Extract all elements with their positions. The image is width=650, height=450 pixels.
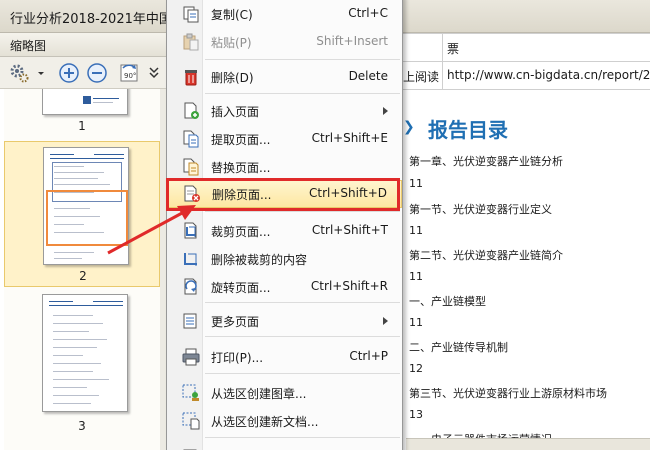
page-number: 1 [78, 119, 86, 133]
thumbnail-panel: 缩略图 90° 1 2 3 [0, 33, 168, 450]
menu-item-label: 替换页面... [211, 161, 271, 175]
rotate-page-icon [182, 278, 200, 296]
menu-item-shortcut: Ctrl+Shift+E [311, 131, 388, 145]
toc-line: 第一节、光伏逆变器行业定义 [409, 203, 552, 216]
highlight-box [166, 178, 400, 211]
menu-separator [205, 373, 400, 374]
menu-item-label: 更多页面 [211, 315, 260, 329]
menu-item-copy[interactable]: 复制(C) Ctrl+C [167, 1, 402, 27]
rotate-label: 90° [124, 72, 136, 80]
toc-line: 第三节、光伏逆变器行业上游原材料市场 [409, 387, 607, 400]
submenu-arrow-icon [383, 107, 388, 115]
menu-item-label: 提取页面... [211, 133, 271, 147]
extract-page-icon [182, 130, 200, 148]
page-number: 3 [78, 419, 86, 433]
more-pages-icon [182, 312, 200, 330]
table-cell: 上阅读 [403, 70, 440, 84]
thumbnail-toolbar: 90° [0, 57, 168, 89]
menu-item-export[interactable]: 导 [167, 444, 402, 450]
rotate-icon[interactable]: 90° [118, 62, 140, 84]
menu-item-more-pages[interactable]: 更多页面 [167, 308, 402, 334]
menu-item-label: 从选区创建图章... [211, 387, 307, 401]
page-preview [42, 89, 128, 115]
thumbnail-page-3[interactable]: 3 [4, 287, 160, 447]
menu-separator [205, 302, 400, 303]
menu-item-label: 从选区创建新文档... [211, 415, 319, 429]
zoom-in-icon[interactable] [58, 62, 80, 84]
bottom-toolbar [406, 438, 650, 450]
delete-icon [182, 68, 200, 86]
create-stamp-icon [182, 384, 200, 402]
menu-item-label: 裁剪页面... [211, 225, 271, 239]
context-menu: 复制(C) Ctrl+C 粘贴(P) Shift+Insert 删除(D) De… [166, 0, 403, 450]
menu-separator [205, 336, 400, 337]
thumbnail-page-2[interactable]: 2 [4, 141, 160, 287]
menu-separator [205, 93, 400, 94]
paste-icon [182, 33, 200, 51]
menu-item-insert-page[interactable]: 插入页面 [167, 98, 402, 124]
menu-separator [205, 211, 400, 212]
menu-item-label: 删除被裁剪的内容 [211, 253, 308, 267]
page-preview [43, 147, 129, 265]
menu-item-create-stamp[interactable]: 从选区创建图章... [167, 380, 402, 406]
menu-item-label: 粘贴(P) [211, 36, 252, 50]
page-preview [42, 294, 128, 412]
toc-line: 11 [409, 224, 423, 237]
panel-header: 缩略图 [0, 33, 168, 57]
page-number: 2 [79, 269, 87, 283]
submenu-arrow-icon [383, 317, 388, 325]
menu-item-label: 旋转页面... [211, 281, 271, 295]
window-title: 行业分析2018-2021年中国光 [10, 12, 185, 27]
menu-item-label: 删除(D) [211, 71, 254, 85]
toc-line: 第一章、光伏逆变器产业链分析 [409, 155, 563, 168]
menu-item-extract-page[interactable]: 提取页面... Ctrl+Shift+E [167, 126, 402, 152]
menu-item-remove-cropped[interactable]: 删除被裁剪的内容 [167, 246, 402, 272]
menu-item-label: 复制(C) [211, 8, 253, 22]
print-icon [182, 348, 200, 366]
replace-page-icon [182, 158, 200, 176]
insert-page-icon [182, 102, 200, 120]
menu-separator [205, 437, 400, 438]
menu-item-paste[interactable]: 粘贴(P) Shift+Insert [167, 29, 402, 55]
menu-item-shortcut: Ctrl+P [349, 349, 388, 363]
menu-item-label: 打印(P)... [211, 351, 264, 365]
toc-line: 11 [409, 316, 423, 329]
copy-icon [182, 5, 200, 23]
crop-page-icon [182, 222, 200, 240]
toc-line: 11 [409, 177, 423, 190]
menu-item-label: 插入页面 [211, 105, 260, 119]
menu-item-create-document[interactable]: 从选区创建新文档... [167, 408, 402, 434]
remove-cropped-icon [182, 250, 200, 268]
menu-item-shortcut: Ctrl+C [348, 6, 388, 20]
menu-item-rotate-page[interactable]: 旋转页面... Ctrl+Shift+R [167, 274, 402, 300]
thumbnail-page-1[interactable]: 1 [4, 89, 160, 141]
chevron-down-icon[interactable] [36, 62, 58, 84]
report-toc-heading: 报告目录 [428, 118, 508, 142]
toc-line: 二、产业链传导机制 [409, 341, 508, 354]
toc-line: 13 [409, 408, 423, 421]
table-cell-url[interactable]: http://www.cn-bigdata.cn/report/201710 [447, 68, 650, 82]
zoom-out-icon[interactable] [86, 62, 108, 84]
menu-item-shortcut: Shift+Insert [316, 34, 388, 48]
toc-line: 12 [409, 362, 423, 375]
table-cell: 票 [447, 42, 460, 56]
heading-arrow-icon: ❯ [403, 119, 415, 135]
panel-title: 缩略图 [10, 39, 47, 53]
menu-item-shortcut: Ctrl+Shift+R [310, 279, 388, 293]
thumbnail-list[interactable]: 1 2 3 [4, 89, 160, 450]
menu-item-replace-page[interactable]: 替换页面... [167, 154, 402, 180]
menu-separator [205, 59, 400, 60]
menu-item-print[interactable]: 打印(P)... Ctrl+P [167, 344, 402, 370]
toc-line: 一、产业链模型 [409, 295, 486, 308]
toc-line: 第二节、光伏逆变器产业链简介 [409, 249, 563, 262]
gear-icon[interactable] [8, 62, 30, 84]
toc-line: 11 [409, 270, 423, 283]
create-document-icon [182, 412, 200, 430]
menu-item-delete[interactable]: 删除(D) Delete [167, 64, 402, 90]
menu-item-shortcut: Delete [348, 69, 388, 83]
menu-item-shortcut: Ctrl+Shift+T [311, 223, 388, 237]
menu-item-crop-page[interactable]: 裁剪页面... Ctrl+Shift+T [167, 218, 402, 244]
